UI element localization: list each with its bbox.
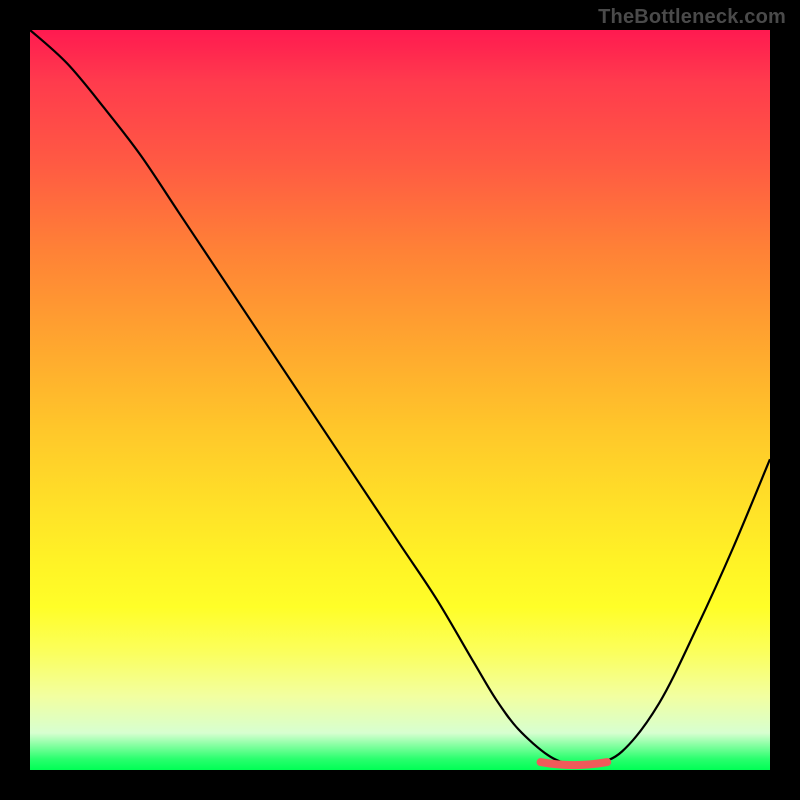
chart-frame: TheBottleneck.com: [0, 0, 800, 800]
min-highlight: [541, 762, 608, 765]
curve-path: [30, 30, 770, 765]
attribution-text: TheBottleneck.com: [598, 6, 786, 29]
plot-area: [30, 30, 770, 770]
bottleneck-curve: [30, 30, 770, 770]
